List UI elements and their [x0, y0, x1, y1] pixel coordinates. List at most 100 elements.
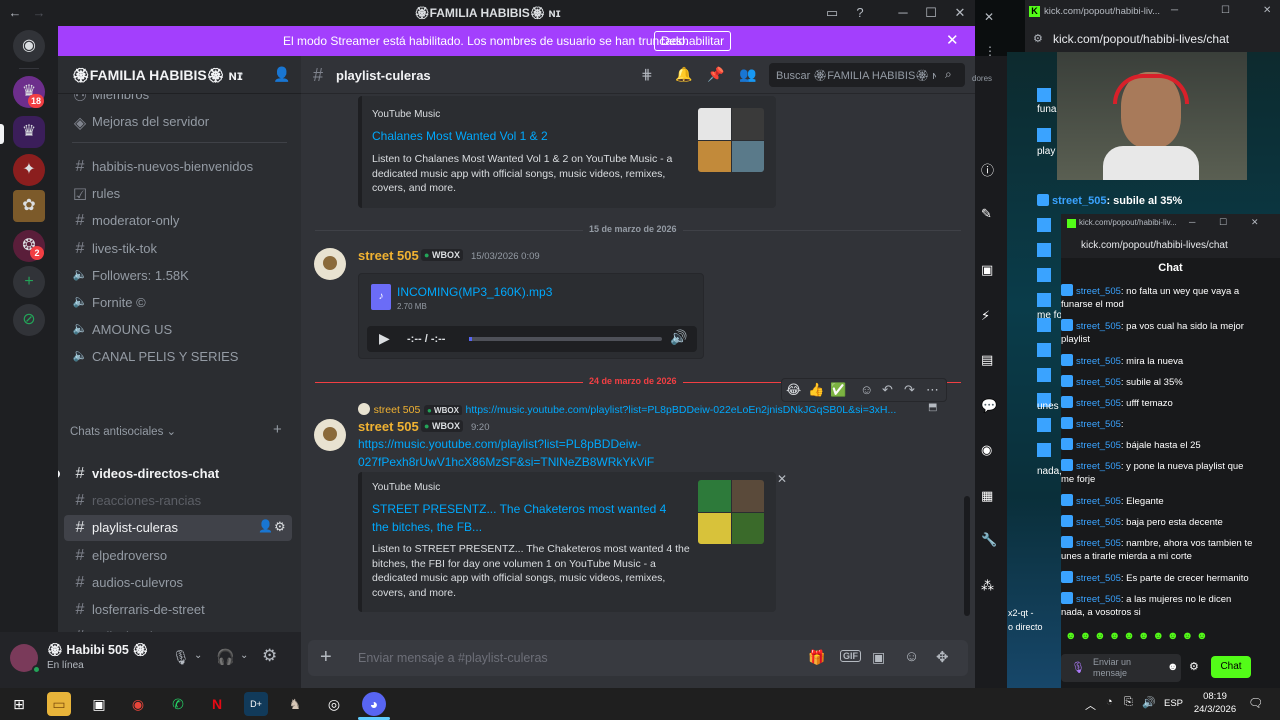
reaction-thumbs-icon[interactable]: 👍 — [808, 382, 824, 398]
emoji-icon[interactable]: ☺ — [904, 648, 919, 665]
avatar[interactable] — [314, 248, 346, 280]
maximize-icon[interactable]: ☐ — [1219, 217, 1227, 228]
chevron-down-icon[interactable]: ⌄ — [194, 650, 202, 661]
reaction-laugh-icon[interactable]: 😂 — [786, 382, 801, 398]
store-icon[interactable]: ▣ — [87, 692, 111, 716]
broadcast-icon[interactable]: ◉ — [981, 442, 992, 458]
threads-icon[interactable]: ⋕ — [641, 66, 653, 83]
whatsapp-icon[interactable]: ✆ — [166, 692, 190, 716]
channel-item[interactable]: 🔈 AMOUNG US — [64, 317, 292, 343]
doc-icon[interactable]: ▤ — [981, 352, 993, 368]
more-vertical-icon[interactable]: ⋮ — [984, 44, 996, 58]
share-icon[interactable]: ⁂ — [981, 578, 994, 594]
invite-icon[interactable]: 👤 — [258, 519, 273, 533]
channel-item[interactable]: 🔈 Followers: 1.58K — [64, 263, 292, 289]
search-input[interactable]: Buscar 🏵FAMILIA HABIBIS🏵 ɴɪ ⌕ — [769, 63, 965, 87]
wrench-icon[interactable]: 🔧 — [981, 532, 997, 548]
close-icon[interactable]: ✕ — [1263, 5, 1271, 16]
channel-item[interactable]: # videos-directos-chat — [58, 461, 292, 487]
channel-item[interactable]: # audios-culevros — [64, 570, 292, 596]
jump-icon[interactable]: ⬒ — [928, 402, 937, 413]
channel-item[interactable]: #peliculas_basura — [64, 624, 292, 632]
network-icon[interactable]: ⎘ — [1124, 696, 1133, 709]
chat-username[interactable]: street_505 — [1076, 377, 1121, 388]
remove-embed-icon[interactable]: ✕ — [777, 472, 787, 486]
channel-item[interactable]: # losferraris-de-street — [64, 597, 292, 623]
message-username[interactable]: street 505 — [358, 419, 419, 434]
clock-time[interactable]: 08:19 — [1198, 691, 1232, 702]
discord-home-icon[interactable]: ◉ — [13, 30, 45, 62]
server-icon-habibis[interactable]: ♛ — [13, 116, 45, 148]
chat-username[interactable]: street_505 — [1076, 496, 1121, 507]
chat-input[interactable]: 🎙 Enviar un mensaje ☻ — [1061, 654, 1181, 682]
channel-item[interactable]: # playlist-culeras 👤 ⚙ — [64, 515, 292, 542]
message-input-placeholder[interactable]: Enviar mensaje a #playlist-culeras — [358, 651, 548, 665]
notifications-icon[interactable]: 🗨 — [1248, 696, 1263, 710]
add-member-icon[interactable]: 👤 — [273, 66, 290, 83]
chat-username[interactable]: street_505 — [1076, 573, 1121, 584]
minimize-icon[interactable]: ─ — [1171, 5, 1178, 16]
channel-item[interactable]: # habibis-nuevos-bienvenidos — [64, 154, 292, 180]
guild-header[interactable]: 🏵FAMILIA HABIBIS🏵 ɴɪ ⌄ 👤 — [58, 56, 301, 94]
info-icon[interactable]: ⓘ — [981, 160, 994, 179]
app-icon[interactable]: ♞ — [283, 692, 307, 716]
chrome-icon[interactable]: ◉ — [126, 692, 150, 716]
playlist-thumbnail[interactable] — [698, 108, 764, 172]
notification-bell-icon[interactable]: 🔔 — [675, 66, 692, 83]
input-language[interactable]: ESP — [1164, 698, 1183, 709]
category-chats-antisociales[interactable]: Chats antisociales ⌄ — [70, 424, 176, 438]
channel-item[interactable]: 🔈 Fornite © — [64, 290, 292, 316]
settings-gear-icon[interactable]: ⚙ — [1189, 660, 1199, 673]
close-window-icon[interactable]: ✕ — [951, 4, 969, 22]
send-chat-button[interactable]: Chat — [1211, 656, 1251, 678]
avatar[interactable] — [314, 419, 346, 451]
url-bar[interactable]: kick.com/popout/habibi-lives/chat — [1081, 240, 1228, 251]
chat-username[interactable]: street_505 — [1076, 461, 1121, 472]
chat-username[interactable]: street_505 — [1076, 356, 1121, 367]
channel-item[interactable]: # reacciones-rancias — [64, 488, 292, 514]
more-options-icon[interactable]: ⋯ — [926, 382, 939, 398]
channel-item[interactable]: # moderator-only — [64, 208, 292, 234]
channel-item[interactable]: ☑ rules — [64, 181, 292, 207]
netflix-icon[interactable]: N — [205, 692, 229, 716]
audio-file-link[interactable]: INCOMING(MP3_160K).mp3 — [397, 285, 552, 299]
headphones-icon[interactable]: 🎧 — [216, 648, 235, 666]
close-icon[interactable]: ✕ — [984, 10, 994, 24]
minimize-icon[interactable]: ─ — [894, 4, 912, 22]
maximize-icon[interactable]: ☐ — [922, 4, 940, 22]
reply-reference[interactable]: street 505 ● WBOX https://music.youtube.… — [358, 401, 943, 415]
emote-bar[interactable]: ☻☻☻☻☻☻☻☻☻☻ — [1065, 630, 1265, 646]
chat-username[interactable]: street_505 — [1076, 538, 1121, 549]
volume-icon[interactable]: 🔊 — [670, 329, 687, 346]
chat-username[interactable]: street_505 — [1076, 286, 1121, 297]
pen-icon[interactable]: ✎ — [981, 206, 992, 222]
capture-icon[interactable]: ▣ — [981, 262, 993, 278]
inbox-icon[interactable]: ▭ — [823, 4, 841, 22]
explore-icon[interactable]: ⊘ — [13, 304, 45, 336]
chat-username[interactable]: street_505 — [1076, 321, 1121, 332]
help-icon[interactable]: ? — [851, 4, 869, 22]
play-icon[interactable]: ▶ — [379, 330, 390, 347]
chat-scrollbar[interactable] — [964, 496, 970, 616]
site-info-icon[interactable]: ⚙ — [1033, 32, 1043, 45]
add-server-icon[interactable]: + — [13, 266, 45, 298]
playlist-thumbnail[interactable] — [698, 480, 764, 544]
channel-item[interactable]: 🔈 CANAL PELIS Y SERIES — [64, 344, 292, 370]
pin-icon[interactable]: 📌 — [707, 66, 724, 83]
embed-title-link[interactable]: Chalanes Most Wanted Vol 1 & 2 — [372, 129, 548, 143]
disable-streamer-button[interactable]: Deshabilitar — [654, 31, 731, 51]
sticker-icon[interactable]: ▣ — [872, 649, 885, 666]
chat-username[interactable]: street_505 — [1076, 517, 1121, 528]
apps-icon[interactable]: ✥ — [936, 648, 949, 666]
message-composer[interactable]: + Enviar mensaje a #playlist-culeras 🎁 G… — [308, 640, 968, 676]
message-link[interactable]: https://music.youtube.com/playlist?list=… — [358, 437, 641, 451]
tray-chevron-icon[interactable]: ︿ — [1085, 697, 1096, 713]
minimize-icon[interactable]: ─ — [1189, 217, 1195, 227]
settings-gear-icon[interactable]: ⚙ — [262, 646, 277, 666]
channel-item[interactable]: # lives-tik-tok — [64, 236, 292, 262]
server-boost-item[interactable]: ◈ Mejoras del servidor — [64, 109, 292, 135]
start-windows-icon[interactable]: ⊞ — [7, 692, 31, 716]
channel-settings-icon[interactable]: ⚙ — [274, 519, 286, 535]
file-explorer-icon[interactable]: ▭ — [47, 692, 71, 716]
message-link[interactable]: 027fPexh8rUwV1hcX86MzSF&si=TNlNeZB8WRkYk… — [358, 455, 654, 469]
